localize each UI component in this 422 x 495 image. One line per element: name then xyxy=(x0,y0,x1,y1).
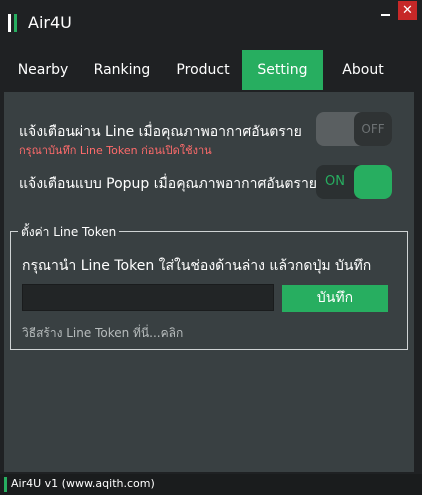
app-logo xyxy=(8,14,18,32)
tab-nearby[interactable]: Nearby xyxy=(12,50,74,90)
popup-alert-label: แจ้งเตือนแบบ Popup เมื่อคุณภาพอากาศอันตร… xyxy=(19,176,318,192)
line-token-legend: ตั้งค่า Line Token xyxy=(18,223,120,242)
app-window: Air4U ✕ Nearby Ranking Product Setting A… xyxy=(0,0,422,495)
popup-alert-toggle[interactable]: ON xyxy=(316,165,392,199)
line-alert-label: แจ้งเตือนผ่าน Line เมื่อคุณภาพอากาศอันตร… xyxy=(19,124,302,140)
tab-setting[interactable]: Setting xyxy=(242,50,323,90)
logo-bar-white xyxy=(8,14,11,32)
logo-bar-green xyxy=(14,14,17,32)
popup-alert-toggle-knob xyxy=(354,165,392,199)
status-bar: Air4U v1 (www.aqith.com) xyxy=(0,474,422,495)
line-alert-toggle-state: OFF xyxy=(354,112,392,146)
status-text: Air4U v1 (www.aqith.com) xyxy=(11,477,155,490)
tab-product[interactable]: Product xyxy=(172,50,234,90)
tab-bar: Nearby Ranking Product Setting About xyxy=(0,48,422,90)
line-token-instruction: กรุณานำ Line Token ใส่ในช่องด้านล่าง แล้… xyxy=(22,258,372,274)
line-alert-warning: กรุณาบันทึก Line Token ก่อนเปิดใช้งาน xyxy=(19,144,212,157)
line-token-input[interactable] xyxy=(22,284,274,311)
howto-link[interactable]: วิธีสร้าง Line Token ที่นี่...คลิก xyxy=(22,324,183,343)
close-button[interactable]: ✕ xyxy=(398,1,417,20)
status-accent xyxy=(4,477,7,492)
app-title: Air4U xyxy=(28,13,72,32)
tab-ranking[interactable]: Ranking xyxy=(90,50,154,90)
line-alert-toggle[interactable]: OFF xyxy=(316,112,392,146)
popup-alert-toggle-state: ON xyxy=(325,174,345,189)
save-button[interactable]: บันทึก xyxy=(282,285,388,312)
minimize-button[interactable] xyxy=(376,2,396,20)
tab-about[interactable]: About xyxy=(336,50,390,90)
close-icon: ✕ xyxy=(402,3,413,18)
title-bar: Air4U ✕ xyxy=(0,0,422,48)
